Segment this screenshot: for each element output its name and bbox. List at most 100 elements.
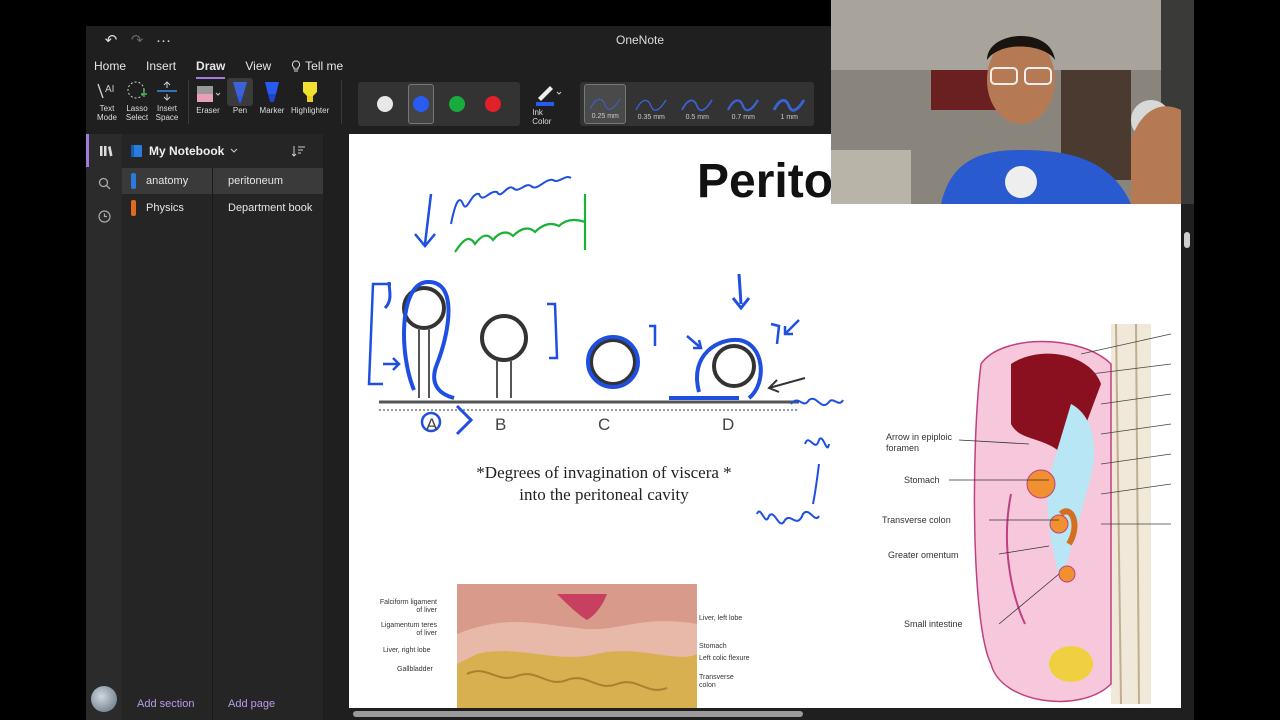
page-canvas[interactable]: Perito A B C D *Degrees of invagination …	[349, 134, 1181, 708]
tell-me-search[interactable]: Tell me	[291, 57, 343, 75]
tab-view[interactable]: View	[245, 57, 271, 75]
thickness-options: 0.25 mm 0.35 mm 0.5 mm 0.7 mm 1 mm	[580, 82, 815, 126]
label-falciform-ligament: Falciform ligament of liver	[379, 599, 437, 614]
navigation-pane: My Notebook anatomy Physics peritoneum D…	[122, 134, 323, 720]
undo-icon[interactable]: ↶	[104, 31, 118, 49]
swatch-red[interactable]	[480, 84, 506, 124]
eraser-label: Eraser	[196, 106, 220, 115]
add-section-button[interactable]: Add section	[137, 698, 194, 710]
thickness-label: 0.35 mm	[637, 114, 665, 121]
label-ligamentum-teres: Ligamentum teres of liver	[380, 622, 437, 637]
left-rail	[86, 134, 122, 720]
quick-access-toolbar: ↶ ↷ ···	[104, 31, 171, 50]
stroke-preview-icon	[772, 99, 806, 112]
swatch-blue-dot	[413, 96, 430, 112]
ribbon-separator	[341, 80, 343, 124]
thickness-07[interactable]: 0.7 mm	[722, 84, 764, 124]
highlighter-button[interactable]: Highlighter	[291, 78, 329, 115]
pen-label: Pen	[232, 106, 248, 115]
section-label: Physics	[146, 202, 184, 214]
tell-me-label: Tell me	[305, 59, 344, 73]
notebook-icon	[131, 145, 142, 157]
text-mode-button[interactable]: AI Text Mode	[92, 78, 122, 122]
swatch-green-dot	[449, 96, 466, 112]
thickness-1[interactable]: 1 mm	[768, 84, 810, 124]
webcam-video-frame	[831, 0, 1194, 204]
text-mode-label: Text Mode	[96, 104, 117, 122]
ink-color-button[interactable]: Ink Color	[532, 82, 562, 126]
vertical-scrollbar[interactable]	[1181, 134, 1194, 708]
section-label: anatomy	[146, 175, 189, 187]
highlighter-label: Highlighter	[291, 106, 330, 115]
notebooks-icon[interactable]	[86, 134, 122, 167]
pen-icon	[233, 82, 247, 104]
ribbon-separator	[188, 80, 189, 124]
pen-button[interactable]: Pen	[227, 78, 253, 115]
search-icon[interactable]	[86, 167, 122, 200]
label-left-colic-flexure: Left colic flexure	[699, 655, 750, 662]
thickness-025[interactable]: 0.25 mm	[584, 84, 627, 124]
section-item-anatomy[interactable]: anatomy	[122, 168, 212, 194]
swatch-red-dot	[485, 96, 502, 112]
thickness-label: 1 mm	[780, 114, 799, 121]
caption-line-2: into the peritoneal cavity	[519, 485, 689, 504]
tab-draw[interactable]: Draw	[196, 57, 226, 79]
insert-space-icon	[157, 81, 177, 101]
section-color-tab	[131, 173, 136, 189]
svg-text:AI: AI	[105, 84, 114, 95]
redo-icon[interactable]: ↷	[130, 31, 144, 49]
thickness-label: 0.7 mm	[731, 114, 755, 121]
notebook-name: My Notebook	[149, 144, 225, 158]
marker-icon	[265, 82, 279, 102]
thickness-label: 0.25 mm	[591, 113, 619, 120]
sort-icon[interactable]	[292, 144, 306, 158]
more-icon[interactable]: ···	[156, 32, 171, 49]
tab-home[interactable]: Home	[94, 57, 126, 75]
swatch-white[interactable]	[372, 84, 398, 124]
lightbulb-icon	[292, 59, 301, 71]
label-liver-left-lobe: Liver, left lobe	[699, 615, 743, 622]
ink-swatches	[358, 82, 521, 126]
eraser-icon	[197, 86, 221, 102]
label-stomach-bottom: Stomach	[699, 643, 727, 650]
text-mode-icon: AI	[97, 83, 114, 99]
thickness-035[interactable]: 0.35 mm	[630, 84, 672, 124]
lasso-icon	[127, 81, 147, 99]
label-liver-right-lobe: Liver, right lobe	[383, 647, 431, 654]
swatch-blue[interactable]	[408, 84, 435, 124]
abdomen-illustration	[457, 584, 697, 708]
caption-line-1: *Degrees of invagination of viscera *	[476, 463, 732, 482]
avatar[interactable]	[91, 686, 117, 712]
marker-button[interactable]: Marker	[259, 78, 285, 115]
page-item-department-book[interactable]: Department book	[213, 195, 323, 221]
webcam-overlay	[831, 0, 1194, 204]
handwritten-ink	[414, 176, 844, 525]
label-gallbladder: Gallbladder	[397, 666, 433, 673]
page-item-peritoneum[interactable]: peritoneum	[213, 168, 323, 194]
lasso-label: Lasso Select	[125, 104, 149, 122]
page-label: Department book	[228, 202, 313, 214]
label-transverse-colon-bottom: Transverse colon	[699, 674, 734, 689]
tab-insert[interactable]: Insert	[146, 57, 176, 75]
thickness-05[interactable]: 0.5 mm	[676, 84, 718, 124]
insert-space-button[interactable]: Insert Space	[152, 78, 182, 122]
thickness-label: 0.5 mm	[685, 114, 709, 121]
column-divider	[212, 168, 213, 720]
label-stomach: Stomach	[904, 475, 940, 485]
chevron-down-icon	[230, 148, 238, 153]
lasso-select-button[interactable]: Lasso Select	[122, 78, 152, 122]
scroll-thumb[interactable]	[1184, 232, 1190, 248]
section-color-tab	[131, 200, 136, 216]
marker-label: Marker	[259, 106, 285, 115]
pane-gap	[323, 134, 349, 720]
recent-clock-icon[interactable]	[86, 200, 122, 233]
eraser-button[interactable]: Eraser	[195, 78, 221, 115]
stroke-preview-icon	[635, 99, 667, 111]
page-label: peritoneum	[228, 175, 284, 187]
horizontal-scrollbar[interactable]	[349, 708, 1181, 720]
swatch-green[interactable]	[444, 84, 470, 124]
stroke-preview-icon	[589, 98, 621, 110]
section-item-physics[interactable]: Physics	[122, 195, 212, 221]
add-page-button[interactable]: Add page	[228, 698, 275, 710]
scroll-thumb[interactable]	[353, 711, 803, 717]
